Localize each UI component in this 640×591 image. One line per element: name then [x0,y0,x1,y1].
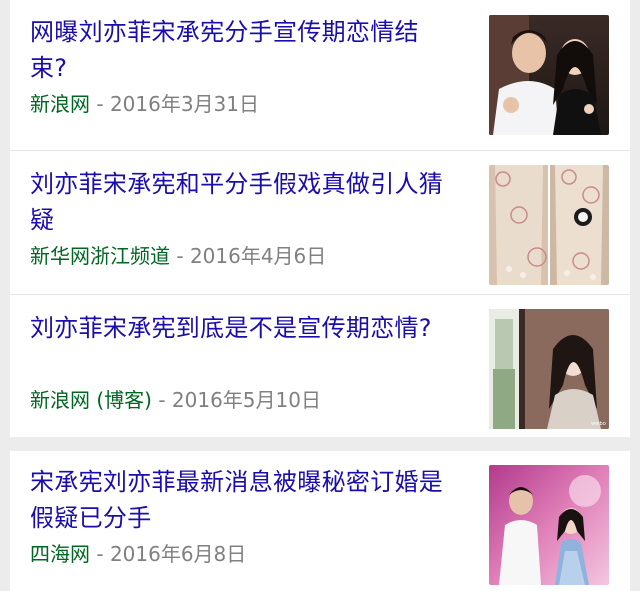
svg-text:weibo: weibo [591,421,606,427]
result-meta: 新浪网 (博客) - 2016年5月10日 [30,386,321,414]
result-thumbnail[interactable]: weibo [489,309,609,429]
result-date: 2016年5月10日 [171,388,321,412]
search-results-panel: 网曝刘亦菲宋承宪分手宣传期恋情结束? 新浪网 - 2016年3月31日 刘亦菲宋… [10,0,630,591]
result-title-link[interactable]: 刘亦菲宋承宪到底是不是宣传期恋情? [30,310,450,346]
stage-event-photo-icon [489,465,609,585]
result-thumbnail[interactable] [489,165,609,285]
result-source: 新华网浙江频道 [30,244,170,268]
result-source: 新浪网 [30,92,90,116]
section-gap [10,437,630,451]
news-result-card[interactable]: 刘亦菲宋承宪到底是不是宣传期恋情? 新浪网 (博客) - 2016年5月10日 … [10,295,630,437]
result-thumbnail[interactable] [489,15,609,135]
result-source: 四海网 [30,542,90,566]
result-separator: - [90,542,110,566]
result-meta: 四海网 - 2016年6月8日 [30,540,246,568]
result-title-link[interactable]: 刘亦菲宋承宪和平分手假戏真做引人猜疑 [30,166,450,238]
result-title-link[interactable]: 宋承宪刘亦菲最新消息被曝秘密订婚是假疑已分手 [30,464,450,536]
result-separator: - [170,244,190,268]
result-date: 2016年3月31日 [109,92,260,116]
news-result-card[interactable]: 刘亦菲宋承宪和平分手假戏真做引人猜疑 新华网浙江频道 - 2016年4月6日 [10,151,630,294]
result-date: 2016年4月6日 [189,244,327,268]
result-meta: 新浪网 - 2016年3月31日 [30,90,259,118]
result-meta: 新华网浙江频道 - 2016年4月6日 [30,242,326,270]
result-thumbnail[interactable] [489,465,609,585]
couple-selfie-photo-icon [489,15,609,135]
news-result-card[interactable]: 网曝刘亦菲宋承宪分手宣传期恋情结束? 新浪网 - 2016年3月31日 [10,0,630,150]
result-source: 新浪网 (博客) [30,388,152,412]
result-title-link[interactable]: 网曝刘亦菲宋承宪分手宣传期恋情结束? [30,14,450,86]
news-result-card[interactable]: 宋承宪刘亦菲最新消息被曝秘密订婚是假疑已分手 四海网 - 2016年6月8日 [10,451,630,591]
dress-closeup-photo-icon [489,165,609,285]
result-separator: - [151,388,172,412]
window-portrait-photo-icon: weibo [489,309,609,429]
result-separator: - [90,92,110,116]
result-date: 2016年6月8日 [109,542,247,566]
